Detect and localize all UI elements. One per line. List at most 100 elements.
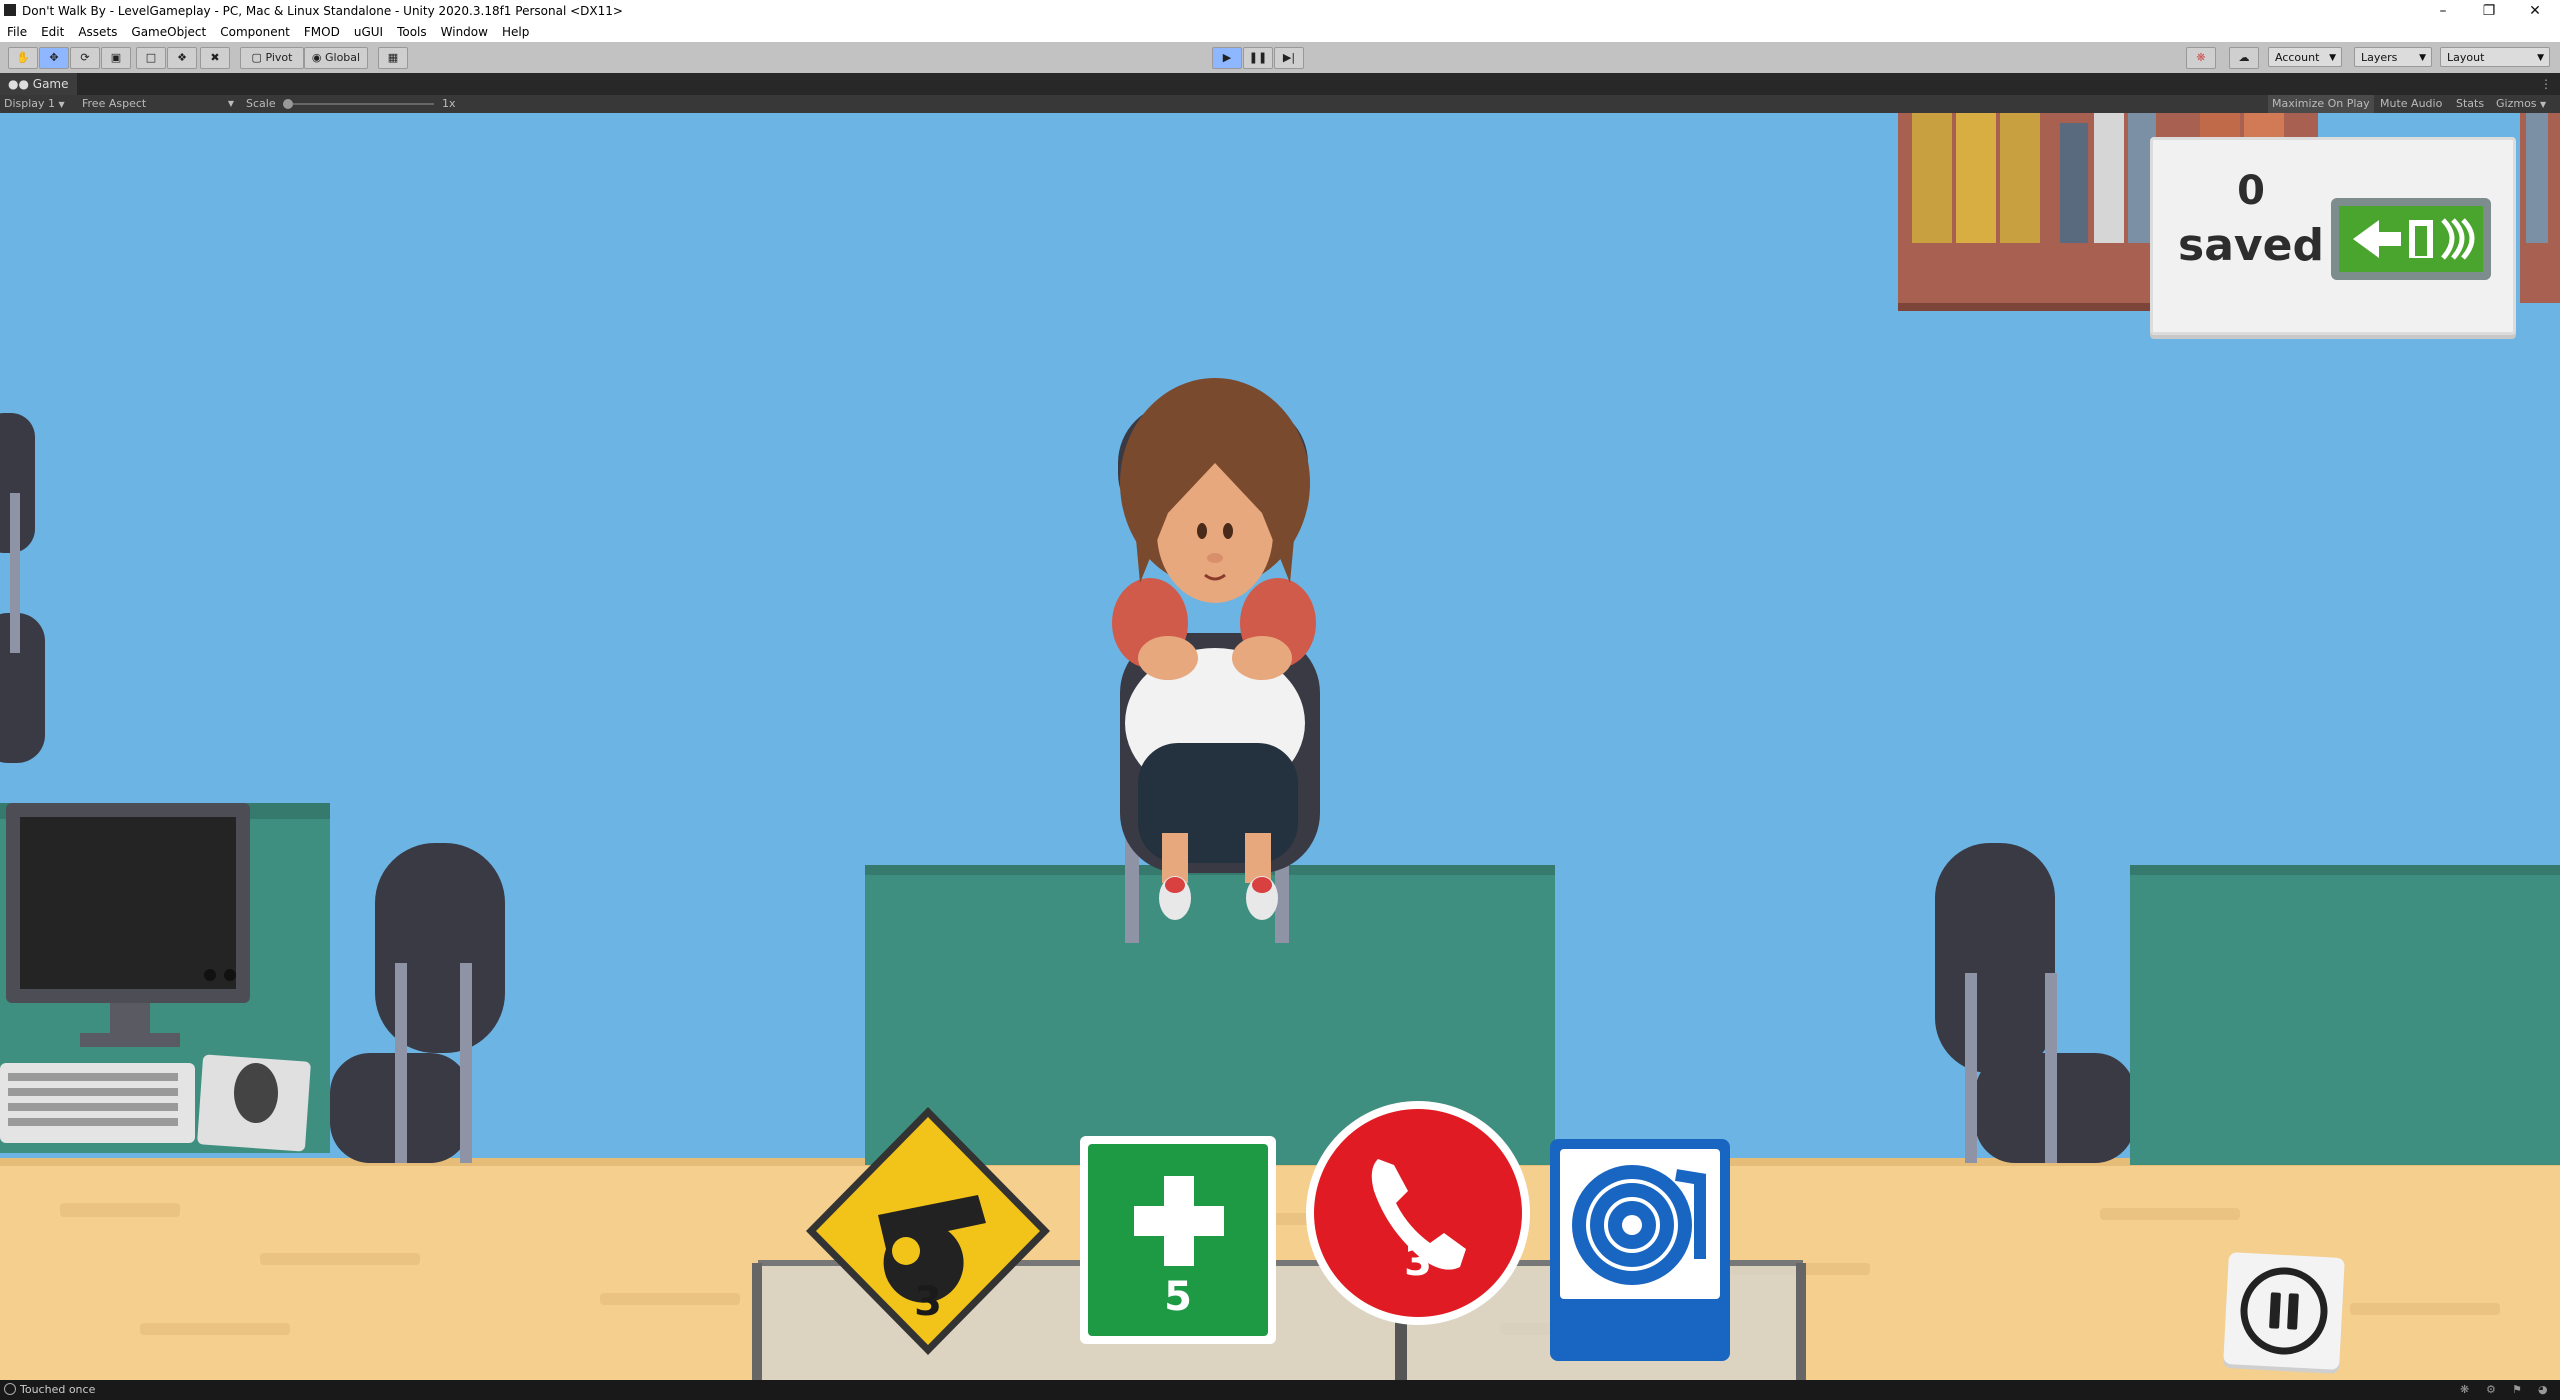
menu-bar: File Edit Assets GameObject Component FMOD uGU… — [0, 22, 2560, 42]
main-toolbar: ✋ ✥ ⟳ ▣ □ ❖ ✖ ▢ Pivot ◉ Global ▦ ▶ ❚❚ ▶|… — [0, 42, 2560, 73]
account-label: Account — [2275, 51, 2320, 64]
menu-component[interactable]: Component — [213, 22, 297, 42]
grid-icon: ▦ — [387, 51, 399, 64]
scale-tool-button[interactable]: ▣ — [101, 47, 131, 69]
menu-help[interactable]: Help — [495, 22, 536, 42]
bug-icon[interactable]: ❋ — [2460, 1383, 2469, 1396]
step-icon: ▶| — [1282, 51, 1296, 64]
rect-icon: □ — [145, 51, 157, 64]
window-title: Don't Walk By - LevelGameplay - PC, Mac … — [22, 4, 623, 18]
scale-slider-handle[interactable] — [283, 99, 293, 109]
phone-icon — [1306, 1101, 1530, 1325]
status-message[interactable]: Touched once — [20, 1383, 95, 1396]
collab-button[interactable]: ❋ — [2186, 47, 2216, 69]
pause-icon: ❚❚ — [1248, 51, 1268, 64]
tab-game-label: Game — [32, 77, 69, 91]
maximize-on-play-toggle[interactable]: Maximize On Play — [2268, 95, 2374, 113]
saved-label: saved — [2178, 220, 2324, 271]
rotate-tool-button[interactable]: ⟳ — [70, 47, 100, 69]
mouse-pad — [197, 1054, 311, 1152]
hand-tool-button[interactable]: ✋ — [8, 47, 38, 69]
menu-fmod[interactable]: FMOD — [297, 22, 347, 42]
whistle-count: 3 — [914, 1279, 942, 1325]
mute-audio-toggle[interactable]: Mute Audio — [2380, 95, 2442, 113]
pause-button[interactable]: ❚❚ — [1243, 47, 1273, 69]
scale-value: 1x — [442, 97, 456, 110]
game-controls: Display 1 ▼ Free Aspect ▼ Scale 1x Maximi… — [0, 95, 2560, 113]
first-aid-card[interactable]: 5 — [1080, 1136, 1276, 1344]
pivot-label: Pivot — [265, 51, 293, 64]
global-label: Global — [325, 51, 361, 64]
scale-slider[interactable] — [283, 99, 434, 109]
gizmos-label: Gizmos — [2496, 97, 2537, 110]
whistle-card[interactable]: 3 — [798, 1099, 1058, 1365]
restore-button[interactable]: ❐ — [2466, 0, 2512, 22]
step-button[interactable]: ▶| — [1274, 47, 1304, 69]
chevron-down-icon: ▼ — [227, 99, 234, 108]
stats-toggle[interactable]: Stats — [2456, 95, 2484, 113]
game-viewport[interactable]: 0 saved 3 5 3 2 — [0, 113, 2560, 1380]
game-pause-button[interactable] — [2223, 1252, 2345, 1370]
student-character — [1112, 378, 1320, 943]
aspect-label: Free Aspect — [82, 97, 147, 110]
chevron-down-icon: ▼ — [58, 100, 65, 109]
first-aid-count: 5 — [1164, 1274, 1192, 1320]
menu-file[interactable]: File — [0, 22, 34, 42]
globe-icon: ◉ — [311, 51, 325, 64]
exit-sign-icon — [2331, 198, 2491, 280]
window-titlebar: Don't Walk By - LevelGameplay - PC, Mac … — [0, 0, 2560, 22]
account-dropdown[interactable]: Account ▼ — [2268, 47, 2342, 67]
gizmos-dropdown[interactable]: Gizmos ▼ — [2496, 95, 2546, 114]
menu-edit[interactable]: Edit — [34, 22, 71, 42]
layers-dropdown[interactable]: Layers ▼ — [2354, 47, 2432, 67]
phone-count: 3 — [1404, 1239, 1432, 1285]
phone-card[interactable]: 3 — [1304, 1099, 1532, 1327]
display-label: Display 1 — [4, 97, 56, 110]
transform-tool-button[interactable]: ❖ — [167, 47, 197, 69]
scale-icon: ▣ — [110, 51, 122, 64]
cloud-icon: ☁ — [2238, 51, 2250, 64]
grid-snap-button[interactable]: ▦ — [378, 47, 408, 69]
pivot-toggle[interactable]: ▢ Pivot — [240, 47, 304, 69]
network-icon[interactable]: ⚑ — [2512, 1383, 2522, 1396]
rect-tool-button[interactable]: □ — [136, 47, 166, 69]
minimize-button[interactable]: – — [2420, 0, 2466, 22]
game-tab-bar: ●● Game ⋮ — [0, 73, 2560, 95]
progress-icon[interactable]: ◕ — [2538, 1383, 2548, 1396]
aspect-dropdown[interactable]: Free Aspect ▼ — [82, 95, 234, 113]
menu-tools[interactable]: Tools — [390, 22, 434, 42]
collab-icon: ❋ — [2196, 51, 2206, 64]
menu-ugui[interactable]: uGUI — [347, 22, 390, 42]
layout-dropdown[interactable]: Layout ▼ — [2440, 47, 2550, 67]
desk-chair-left — [330, 843, 505, 1163]
menu-window[interactable]: Window — [434, 22, 495, 42]
move-tool-button[interactable]: ✥ — [39, 47, 69, 69]
tab-game[interactable]: ●● Game — [0, 73, 77, 95]
info-icon — [4, 1383, 16, 1395]
layers-label: Layers — [2361, 51, 2398, 64]
display-dropdown[interactable]: Display 1 ▼ — [4, 95, 65, 114]
left-chairs — [0, 413, 45, 763]
pivot-icon: ▢ — [251, 51, 266, 64]
music-disc-card[interactable]: 2 — [1550, 1139, 1730, 1361]
chevron-down-icon: ▼ — [2537, 53, 2544, 63]
chevron-down-icon: ▼ — [2419, 53, 2426, 63]
global-toggle[interactable]: ◉ Global — [304, 47, 368, 69]
chevron-down-icon: ▼ — [2329, 53, 2336, 63]
more-options-icon[interactable]: ⋮ — [2540, 73, 2552, 95]
saved-counter-panel: 0 saved — [2150, 137, 2516, 335]
rotate-icon: ⟳ — [80, 51, 90, 64]
cloud-button[interactable]: ☁ — [2229, 47, 2259, 69]
wrench-icon: ✖ — [210, 51, 220, 64]
right-desk — [2130, 865, 2560, 1165]
transform-icon: ❖ — [177, 51, 187, 64]
menu-gameobject[interactable]: GameObject — [124, 22, 213, 42]
hand-icon: ✋ — [16, 51, 30, 64]
close-button[interactable]: ✕ — [2512, 0, 2558, 22]
saved-count: 0 — [2237, 168, 2265, 214]
play-button[interactable]: ▶ — [1212, 47, 1242, 69]
menu-assets[interactable]: Assets — [71, 22, 124, 42]
debug-icon[interactable]: ⚙ — [2486, 1383, 2496, 1396]
whistle-icon — [806, 1107, 1050, 1355]
custom-tool-button[interactable]: ✖ — [200, 47, 230, 69]
